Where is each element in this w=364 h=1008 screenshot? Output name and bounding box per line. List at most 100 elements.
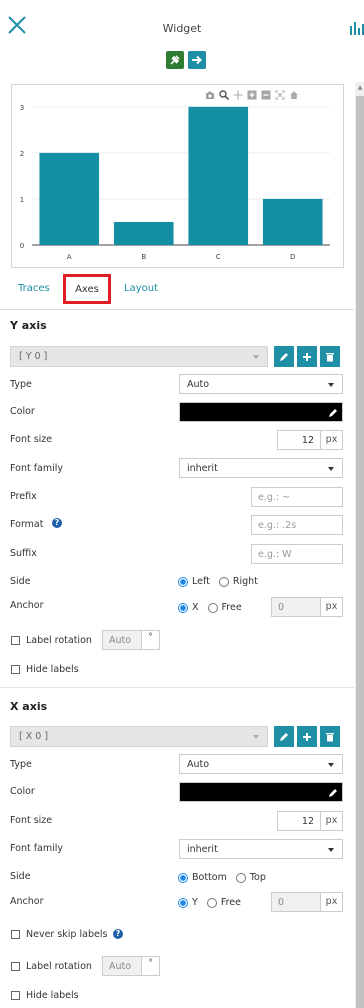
x-tick-label: A [67,253,72,261]
bar-chart-icon[interactable] [349,20,364,36]
eyedropper-icon [329,409,337,417]
y-anchor-free-radio[interactable] [207,602,218,613]
arrow-right-icon [192,55,202,65]
x-side-radios: Bottom Top [178,872,266,883]
y-fontfamily-select[interactable]: inherit [179,458,343,478]
autoscale-icon[interactable] [275,90,285,100]
y-suffix-label: Suffix [10,548,37,559]
y-rotation-checkbox[interactable] [11,636,20,645]
x-side-top-radio[interactable] [235,872,246,883]
x-rotation-unit: ° [142,956,160,976]
y-fontsize-unit: px [321,430,343,450]
y-tick-label: 0 [20,242,24,250]
y-axis-edit-button[interactable] [274,346,294,367]
y-tick-label: 1 [20,196,24,204]
y-anchor-x-radio[interactable] [178,602,188,613]
chevron-down-icon [328,763,334,767]
chart-modebar [205,88,299,102]
y-anchor-x-label: X [192,602,199,613]
section-divider [0,687,354,688]
x-side-bottom-radio[interactable] [178,872,188,883]
trash-icon [326,732,334,741]
y-axis-selector-value: [ Y 0 ] [19,351,48,362]
help-icon[interactable]: ? [113,929,123,939]
x-axis-add-button[interactable] [297,726,317,747]
pin-icon [170,55,180,65]
zoom-icon[interactable] [219,90,229,100]
bar [39,152,100,245]
x-hide-labels-checkbox[interactable] [11,991,20,1000]
y-rotation-input: Auto [102,630,142,650]
x-tick-label: D [290,253,295,261]
y-format-label-text: Format [10,519,44,530]
tab-axes[interactable]: Axes [63,274,111,304]
tab-traces[interactable]: Traces [18,283,50,294]
x-never-skip-checkbox[interactable] [11,930,20,939]
y-fontsize-input[interactable]: 12 [277,430,321,450]
zoom-in-icon[interactable] [247,90,257,100]
y-prefix-input[interactable]: e.g.: ~ [251,487,343,507]
x-fontsize-unit: px [321,811,343,831]
y-format-input[interactable]: e.g.: .2s [251,515,343,535]
next-button[interactable] [188,51,206,69]
y-side-right-radio[interactable] [218,576,229,587]
scroll-up-icon[interactable]: ▲ [356,84,364,92]
home-icon[interactable] [289,90,299,100]
x-color-picker[interactable] [179,782,343,802]
x-axis-selector[interactable]: [ X 0 ] [10,726,268,747]
x-tick-label: B [141,253,146,261]
x-fontfamily-select[interactable]: inherit [179,839,343,859]
x-axis-heading: X axis [10,700,48,713]
y-suffix-input[interactable]: e.g.: W [251,544,343,564]
eyedropper-icon [329,789,337,797]
x-rotation-checkbox[interactable] [11,962,20,971]
y-anchor-radios: X Free [178,602,242,613]
x-anchor-free-label: Free [220,897,241,908]
y-axis-selector[interactable]: [ Y 0 ] [10,346,268,367]
y-format-label: Format [10,519,43,530]
x-anchor-y-radio[interactable] [178,897,188,908]
x-type-select[interactable]: Auto [179,754,343,774]
scrollbar-thumb[interactable] [356,96,364,1008]
y-fontfamily-label: Font family [10,463,64,474]
chevron-down-icon [253,735,259,739]
x-type-value: Auto [187,759,210,770]
tab-layout[interactable]: Layout [124,283,158,294]
bar-chart: 0 1 2 3 A B C D [20,104,330,261]
y-axis-heading: Y axis [10,319,47,332]
plus-icon [303,352,311,361]
x-fontsize-input[interactable]: 12 [277,811,321,831]
y-rotation-unit: ° [142,630,160,650]
y-side-left-radio[interactable] [178,576,188,587]
y-anchor-value: 0 [271,597,321,617]
plus-icon [303,732,311,741]
help-icon[interactable]: ? [52,518,62,528]
x-rotation-label: Label rotation [26,961,92,972]
y-hide-labels-label: Hide labels [26,664,79,675]
x-axis-edit-button[interactable] [274,726,294,747]
x-anchor-free-radio[interactable] [206,897,217,908]
y-side-radios: Left Right [178,576,258,587]
x-axis-delete-button[interactable] [320,726,340,747]
y-color-picker[interactable] [179,402,343,422]
x-fontfamily-value: inherit [187,844,218,855]
chevron-down-icon [253,355,259,359]
y-side-right-label: Right [232,576,258,587]
x-fontfamily-label: Font family [10,843,64,854]
y-type-select[interactable]: Auto [179,374,343,394]
zoom-out-icon[interactable] [261,90,271,100]
x-side-bottom-label: Bottom [192,872,227,883]
y-type-value: Auto [187,379,210,390]
y-color-label: Color [10,406,35,417]
y-prefix-label: Prefix [10,491,37,502]
y-axis-delete-button[interactable] [320,346,340,367]
y-axis-add-button[interactable] [297,346,317,367]
pan-icon[interactable] [233,90,243,100]
y-fontsize-label: Font size [10,434,53,445]
y-hide-labels-checkbox[interactable] [11,665,20,674]
y-type-label: Type [10,379,32,390]
x-axis-selector-value: [ X 0 ] [19,731,49,742]
camera-icon[interactable] [205,90,215,100]
pin-button[interactable] [166,51,184,69]
bar [188,106,249,246]
